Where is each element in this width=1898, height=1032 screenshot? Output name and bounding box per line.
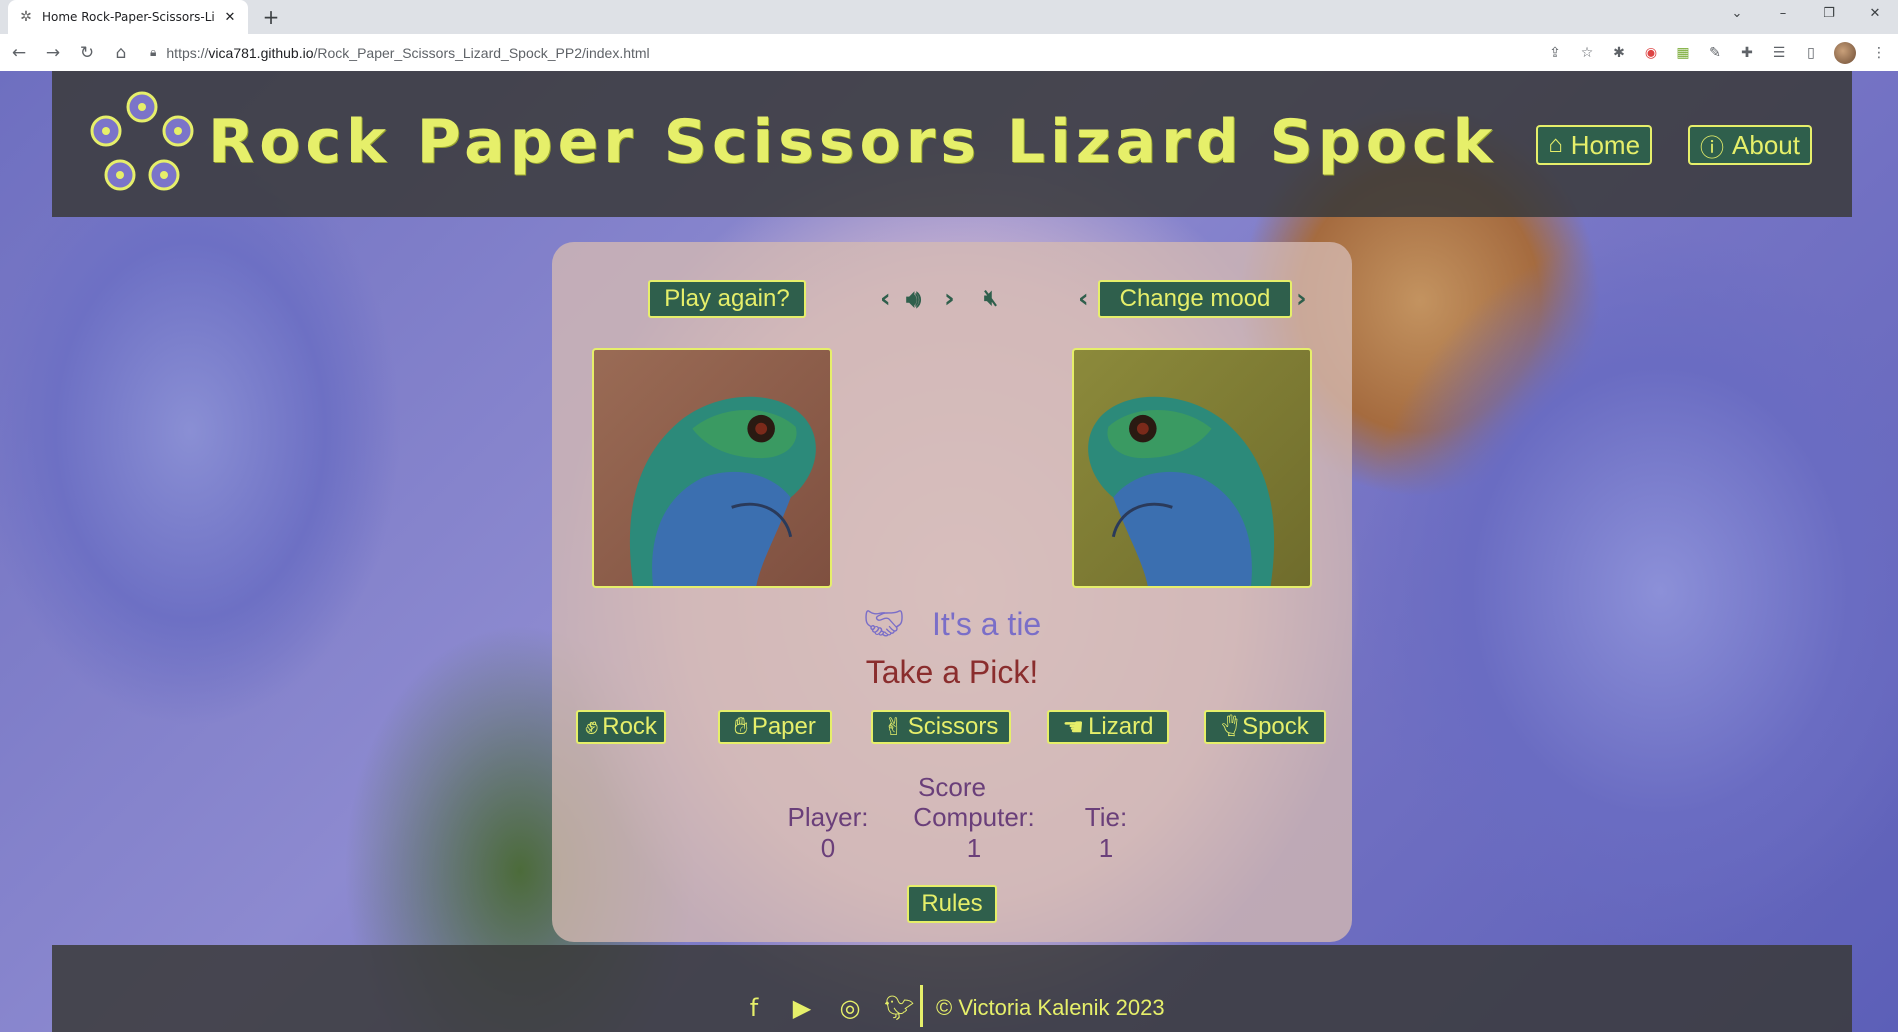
tab-search-icon[interactable]: ⌄ (1714, 0, 1760, 28)
mood-prev-chevron-icon[interactable]: ‹ (1078, 284, 1089, 314)
player-lizard-image (629, 396, 816, 586)
instagram-icon[interactable]: ◎ (836, 993, 864, 1023)
bookmark-star-icon[interactable]: ☆ (1578, 44, 1596, 62)
share-icon[interactable]: ⇪ (1546, 44, 1564, 62)
extension-bug-icon[interactable]: ✱ (1610, 44, 1628, 62)
paper-button[interactable]: ✋︎ Paper (718, 710, 832, 744)
new-tab-icon[interactable]: + (258, 4, 284, 30)
nav-about-button[interactable]: ⓘ About (1688, 125, 1812, 165)
volume-icon[interactable]: 🔊︎ (906, 284, 921, 314)
handshake-icon: 🤝︎ (862, 604, 906, 644)
hand-spock-icon: 🖖︎ (1221, 713, 1239, 740)
extension-color-icon[interactable]: ◉ (1642, 44, 1660, 62)
youtube-icon[interactable]: ▶ (788, 993, 816, 1023)
site-header: Rock Paper Scissors Lizard Spock ⌂ Home … (52, 71, 1852, 217)
lizard-button[interactable]: ☚ Lizard (1047, 710, 1169, 744)
play-again-button[interactable]: Play again? (648, 280, 806, 318)
info-icon: ⓘ (1700, 134, 1725, 162)
url-text: https://vica781.github.io/Rock_Paper_Sci… (166, 44, 650, 61)
home-browser-icon[interactable]: ⌂ (106, 38, 136, 68)
close-window-icon[interactable]: ✕ (1852, 0, 1898, 28)
hand-lizard-icon: ☚ (1062, 713, 1085, 741)
site-title: Rock Paper Scissors Lizard Spock (208, 107, 1498, 177)
game-card: Play again? ‹ 🔊︎ › 🔇︎ ‹ Change mood › 🤝︎… (552, 242, 1352, 942)
player-choice-image (592, 348, 832, 588)
copyright-text: © Victoria Kalenik 2023 (936, 995, 1165, 1020)
rock-button[interactable]: ✊︎ Rock (576, 710, 666, 744)
back-icon[interactable]: ← (4, 38, 34, 68)
nav-home-button[interactable]: ⌂ Home (1536, 125, 1653, 165)
computer-lizard-image (1088, 396, 1275, 586)
tab-title: Home Rock-Paper-Scissors-Lizard (42, 10, 214, 24)
favicon-icon: ✲ (20, 9, 32, 25)
profile-avatar[interactable] (1834, 41, 1856, 64)
footer-divider (920, 985, 923, 1027)
pick-prompt: Take a Pick! (865, 654, 1039, 690)
volume-up-chevron-icon[interactable]: › (944, 284, 955, 314)
rules-button[interactable]: Rules (907, 885, 997, 923)
extension-pen-icon[interactable]: ✎ (1706, 44, 1724, 62)
reload-icon[interactable]: ↻ (72, 38, 102, 68)
facebook-icon[interactable]: f (740, 993, 768, 1023)
extensions-row: ⇪ ☆ ✱ ◉ ▦ ✎ ✚ ☰ ▯ ⋮ (1546, 34, 1888, 71)
forward-icon[interactable]: → (38, 38, 68, 68)
extensions-puzzle-icon[interactable]: ✚ (1738, 44, 1756, 62)
volume-down-chevron-icon[interactable]: ‹ (880, 284, 891, 314)
hand-paper-icon: ✋︎ (734, 713, 748, 740)
restore-icon[interactable]: ❐ (1806, 0, 1852, 28)
reading-list-icon[interactable]: ☰ (1770, 44, 1788, 62)
menu-kebab-icon[interactable]: ⋮ (1870, 44, 1888, 62)
hand-scissors-icon: ✌︎ (883, 713, 904, 741)
close-tab-icon[interactable]: ✕ (222, 10, 238, 25)
window-controls: ⌄ – ❐ ✕ (1714, 0, 1898, 28)
score-title: Score (918, 772, 986, 802)
browser-tabbar: ✲ Home Rock-Paper-Scissors-Lizard ✕ + ⌄ … (0, 0, 1898, 34)
page-viewport: Rock Paper Scissors Lizard Spock ⌂ Home … (0, 71, 1898, 1032)
lock-icon: 🔒︎ (150, 45, 157, 59)
player-score: Player: 0 (787, 802, 869, 863)
mood-next-chevron-icon[interactable]: › (1296, 284, 1307, 314)
extension-palette-icon[interactable]: ▦ (1674, 44, 1692, 62)
main-nav: ⌂ Home ⓘ About (1536, 125, 1812, 165)
site-footer: f ▶ ◎ 🐦︎ © Victoria Kalenik 2023 (52, 945, 1852, 1032)
home-icon: ⌂ (1548, 131, 1563, 158)
change-mood-button[interactable]: Change mood (1098, 280, 1292, 318)
hand-rock-icon: ✊︎ (585, 713, 599, 740)
twitter-icon[interactable]: 🐦︎ (884, 993, 914, 1023)
computer-choice-image (1072, 348, 1312, 588)
browser-toolbar: ← → ↻ ⌂ 🔒︎ https://vica781.github.io/Roc… (0, 34, 1898, 71)
mute-icon[interactable]: 🔇︎ (984, 284, 998, 314)
minimize-icon[interactable]: – (1760, 0, 1806, 28)
side-panel-icon[interactable]: ▯ (1802, 44, 1820, 62)
result-text: It's a tie (931, 605, 1042, 642)
scissors-button[interactable]: ✌︎ Scissors (871, 710, 1011, 744)
browser-tab[interactable]: ✲ Home Rock-Paper-Scissors-Lizard ✕ (8, 0, 248, 34)
tie-score: Tie: 1 (1084, 802, 1128, 863)
address-bar[interactable]: 🔒︎ https://vica781.github.io/Rock_Paper_… (140, 37, 1590, 68)
computer-score: Computer: 1 (913, 802, 1035, 863)
social-links: f ▶ ◎ 🐦︎ (740, 993, 915, 1023)
result-line: 🤝︎ It's a tie (552, 600, 1352, 648)
spock-button[interactable]: 🖖︎ Spock (1204, 710, 1326, 744)
logo-hands-icon (90, 91, 194, 191)
